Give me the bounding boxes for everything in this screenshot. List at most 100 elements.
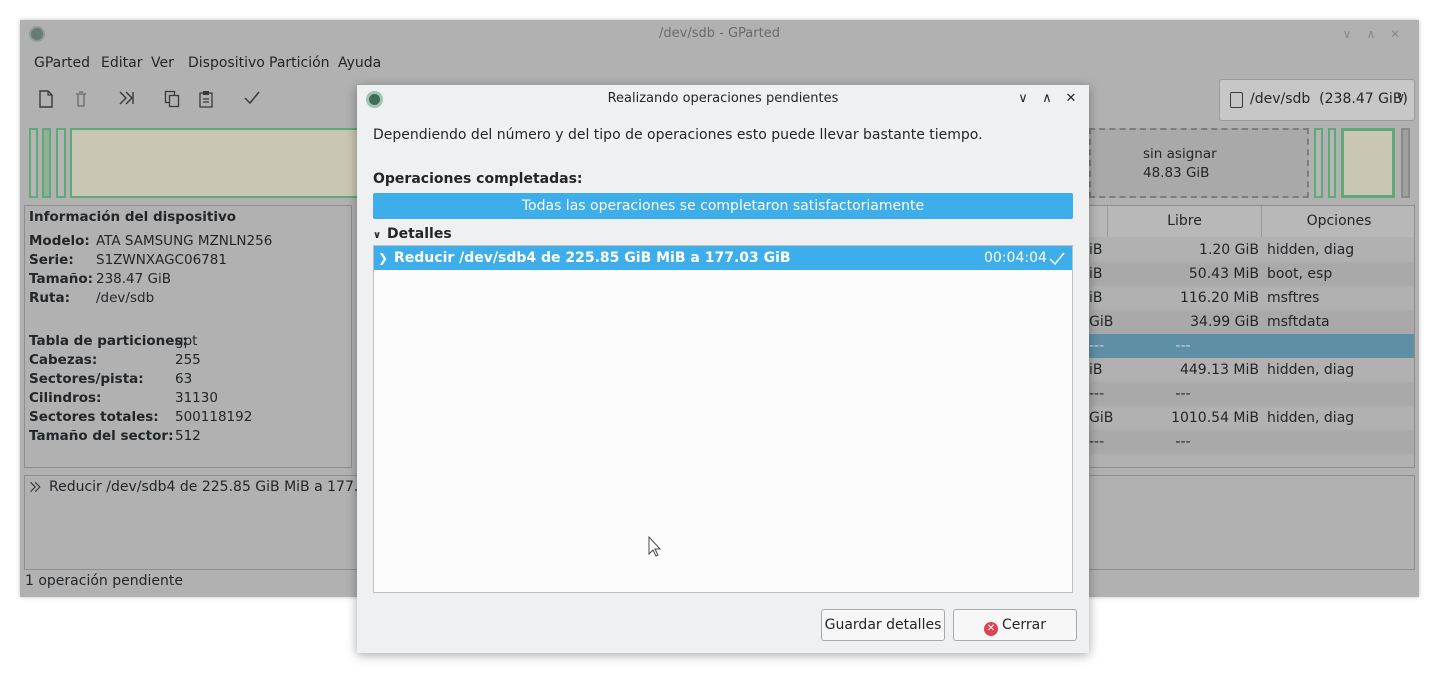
table-row[interactable]: --- --- [1089, 430, 1414, 454]
table-row[interactable]: iB 1.20 GiB hidden, diag [1089, 238, 1414, 262]
field-value: gpt [175, 333, 198, 349]
menu-ver[interactable]: Ver [151, 50, 174, 76]
new-icon[interactable] [36, 90, 56, 110]
device-selector[interactable]: /dev/sdb (238.47 GiB) ∨ [1219, 79, 1415, 121]
delete-icon[interactable] [71, 90, 91, 110]
field-label: Tamaño del sector: [29, 428, 174, 444]
field-value: 512 [175, 428, 201, 444]
cell-options: hidden, diag [1267, 362, 1355, 378]
device-selector-label: /dev/sdb (238.47 GiB) [1250, 91, 1408, 107]
maximize-icon[interactable]: ∧ [1039, 91, 1055, 107]
field-value: 238.47 GiB [96, 271, 172, 287]
partition-segment[interactable] [29, 128, 38, 198]
table-row[interactable]: iB 449.13 MiB hidden, diag [1089, 358, 1414, 382]
minimize-icon[interactable]: ∨ [1015, 91, 1031, 107]
maximize-icon[interactable]: ∧ [1364, 27, 1378, 41]
cell-partial: iB [1089, 242, 1103, 258]
column-header-libre[interactable]: Libre [1108, 206, 1262, 237]
partition-segment-sdb4[interactable] [70, 128, 370, 198]
menu-gparted[interactable]: GParted [34, 50, 90, 76]
cell-free: 1.20 GiB [1199, 242, 1259, 258]
field-value: 31130 [175, 390, 218, 406]
cell-partial: --- [1089, 386, 1105, 402]
partition-segment[interactable] [1328, 128, 1336, 198]
field-value: 500118192 [175, 409, 253, 425]
menu-dispositivo[interactable]: Dispositivo [188, 50, 265, 76]
table-row-selected[interactable]: --- --- [1089, 334, 1414, 358]
column-header-opciones[interactable]: Opciones [1262, 206, 1414, 237]
field-label: Serie: [29, 252, 74, 268]
details-expander[interactable]: ∨ Detalles [373, 226, 452, 242]
menu-particion[interactable]: Partición [269, 50, 330, 76]
pending-operation-text[interactable]: Reducir /dev/sdb4 de 225.85 GiB MiB a 17… [49, 479, 405, 495]
cell-options: hidden, diag [1267, 242, 1355, 258]
cell-free: 34.99 GiB [1190, 314, 1259, 330]
cell-options: boot, esp [1267, 266, 1333, 282]
close-circle-icon: ✕ [984, 622, 998, 636]
completed-label: Operaciones completadas: [373, 171, 583, 187]
cell-options: hidden, diag [1267, 410, 1355, 426]
partition-table: Libre Opciones iB 1.20 GiB hidden, diag … [1088, 205, 1415, 468]
operation-row[interactable]: ❯ Reducir /dev/sdb4 de 225.85 GiB MiB a … [374, 246, 1072, 270]
table-row[interactable]: --- --- [1089, 382, 1414, 406]
partition-segment[interactable] [1401, 128, 1410, 198]
field-label: Modelo: [29, 233, 90, 249]
partition-segment[interactable] [56, 128, 66, 198]
details-tree[interactable]: ❯ Reducir /dev/sdb4 de 225.85 GiB MiB a … [373, 245, 1073, 593]
device-info-heading: Información del dispositivo [29, 209, 237, 225]
device-info-panel: Información del dispositivo Modelo: ATA … [24, 205, 352, 468]
table-row[interactable]: GiB 34.99 GiB msftdata [1089, 310, 1414, 334]
field-label: Sectores totales: [29, 409, 159, 425]
mouse-cursor-icon [648, 535, 662, 562]
chevron-down-icon: ∨ [373, 230, 382, 241]
close-button-label: Cerrar [1002, 617, 1046, 633]
table-row[interactable]: GiB 1010.54 MiB hidden, diag [1089, 406, 1414, 430]
field-value: /dev/sdb [96, 290, 155, 306]
cell-partial: iB [1089, 290, 1103, 306]
partition-segment[interactable] [1341, 128, 1395, 198]
apply-all-icon [29, 480, 43, 498]
cell-free: 50.43 MiB [1188, 266, 1259, 282]
chevron-right-icon[interactable]: ❯ [378, 246, 388, 270]
table-row[interactable]: iB 50.43 MiB boot, esp [1089, 262, 1414, 286]
dialog-title: Realizando operaciones pendientes [607, 91, 839, 106]
field-label: Sectores/pista: [29, 371, 144, 387]
partition-segment[interactable] [42, 128, 51, 198]
cell-partial: --- [1089, 338, 1105, 354]
cell-partial: GiB [1089, 314, 1114, 330]
drive-icon [1230, 92, 1243, 108]
unallocated-size: 48.83 GiB [1143, 165, 1210, 181]
menu-ayuda[interactable]: Ayuda [338, 50, 381, 76]
apply-icon[interactable] [242, 90, 262, 110]
close-icon[interactable]: ✕ [1063, 91, 1079, 107]
dialog-message: Dependiendo del número y del tipo de ope… [373, 127, 983, 143]
field-value: S1ZWNXAGC06781 [96, 252, 227, 268]
paste-icon[interactable] [196, 90, 216, 110]
cell-partial: GiB [1089, 410, 1114, 426]
field-label: Ruta: [29, 290, 70, 306]
minimize-icon[interactable]: ∨ [1340, 27, 1354, 41]
pending-operations-dialog: Realizando operaciones pendientes ∨ ∧ ✕ … [357, 85, 1089, 653]
cell-free: 1010.54 MiB [1171, 410, 1259, 426]
cell-free: --- [1175, 434, 1191, 450]
cell-partial: iB [1089, 362, 1103, 378]
field-label: Tabla de particiones: [29, 333, 188, 349]
cell-free: --- [1175, 386, 1191, 402]
field-label: Cabezas: [29, 352, 98, 368]
partition-segment[interactable] [1314, 128, 1323, 198]
copy-icon[interactable] [162, 90, 182, 110]
menu-editar[interactable]: Editar [101, 50, 142, 76]
operation-text: Reducir /dev/sdb4 de 225.85 GiB MiB a 17… [394, 250, 791, 266]
cell-free: 116.20 MiB [1179, 290, 1259, 306]
save-details-button[interactable]: Guardar detalles [821, 609, 945, 641]
apply-all-icon[interactable] [117, 90, 137, 110]
column-header-partial[interactable] [1089, 206, 1108, 237]
unallocated-segment[interactable]: sin asignar 48.83 GiB [1089, 128, 1309, 198]
cell-free: --- [1175, 338, 1191, 354]
close-button[interactable]: ✕ Cerrar [953, 609, 1077, 641]
status-bar: 1 operación pendiente [25, 573, 183, 589]
cell-options: msftdata [1267, 314, 1330, 330]
field-value: 255 [175, 352, 201, 368]
close-icon[interactable]: ✕ [1388, 27, 1402, 41]
table-row[interactable]: iB 116.20 MiB msftres [1089, 286, 1414, 310]
